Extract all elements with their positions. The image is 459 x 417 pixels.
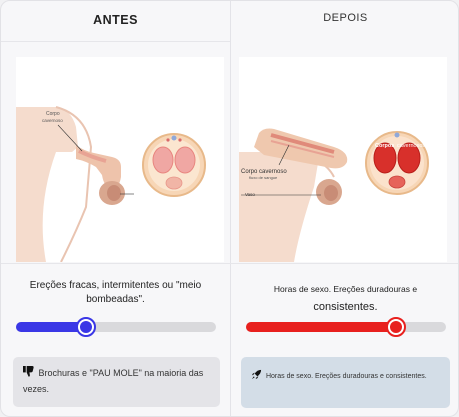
- label-fluxo: fluxo de sangue: [249, 175, 278, 180]
- before-note: Brochuras e "PAU MOLE" na maioria das ve…: [13, 357, 220, 407]
- after-slider-fill: [246, 322, 396, 332]
- after-note-text: Horas de sexo. Ereções duradouras e cons…: [265, 373, 427, 380]
- before-note-text: Brochuras e "PAU MOLE" na maioria das ve…: [23, 368, 204, 394]
- after-slider[interactable]: [246, 317, 446, 337]
- after-description-line2: consistentes.: [313, 301, 378, 313]
- after-description: Horas de sexo. Ereções duradouras e cons…: [241, 280, 450, 316]
- label-cavernoso: cavernoso: [42, 118, 63, 123]
- after-heading: DEPOIS: [323, 12, 368, 24]
- after-column: DEPOIS Corpo cavernoso fluxo de sangue V…: [231, 1, 458, 416]
- label-vaso: Vaso: [245, 192, 255, 197]
- after-note: Horas de sexo. Ereções duradouras e cons…: [241, 357, 450, 408]
- after-illustration: Corpo cavernoso fluxo de sangue Vaso Cor…: [239, 57, 447, 262]
- before-description: Ereções fracas, intermitentes ou "meio b…: [29, 280, 202, 305]
- before-illustration: Corpo cavernoso: [16, 57, 224, 262]
- rocket-icon: [251, 369, 264, 385]
- label-corpos: Corpos: [375, 143, 394, 149]
- after-description-line1: Horas de sexo. Ereções duradouras e: [273, 284, 418, 294]
- label-corpo: Corpo: [46, 111, 60, 117]
- comparison-card: ANTES Corpo cavernoso Ereções fracas, in…: [0, 0, 459, 417]
- after-slider-thumb[interactable]: [386, 317, 406, 337]
- before-slider[interactable]: [16, 317, 216, 337]
- before-heading: ANTES: [93, 13, 138, 27]
- label-cavernosos: cavernosos: [397, 143, 425, 149]
- thumbs-down-icon: [23, 366, 36, 382]
- before-column: ANTES Corpo cavernoso Ereções fracas, in…: [1, 1, 230, 416]
- before-slider-thumb[interactable]: [76, 317, 96, 337]
